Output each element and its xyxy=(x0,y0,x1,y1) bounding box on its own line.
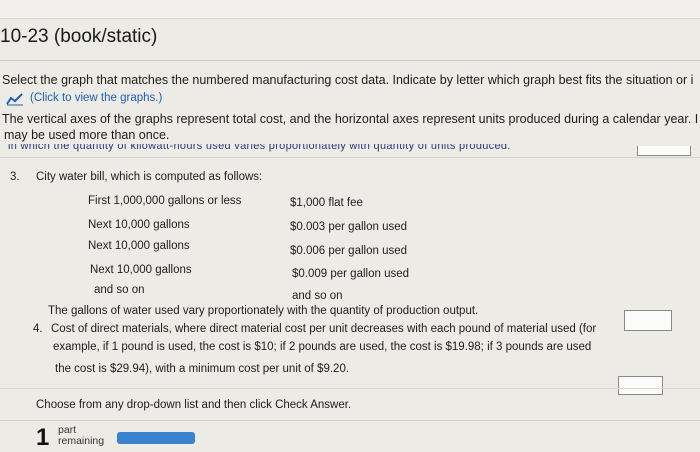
tier-label: Next 10,000 gallons xyxy=(88,219,190,231)
tier-rate: $1,000 flat fee xyxy=(290,197,363,209)
tier-rate: and so on xyxy=(292,290,343,302)
answer-dropdown-4[interactable] xyxy=(618,376,663,395)
item-4-line3: the cost is $29.94), with a minimum cost… xyxy=(55,363,350,375)
line-chart-icon[interactable] xyxy=(6,92,24,106)
page-title: 10-23 (book/static) xyxy=(0,26,158,47)
view-graphs-link[interactable]: (Click to view the graphs.) xyxy=(30,92,162,104)
section-divider xyxy=(0,157,700,158)
answer-dropdown-2[interactable] xyxy=(637,146,691,156)
progress-bar xyxy=(117,432,195,444)
item-3-intro: City water bill, which is computed as fo… xyxy=(36,171,263,183)
item-3-note: The gallons of water used vary proportio… xyxy=(48,305,479,317)
top-bar xyxy=(0,0,700,19)
footer-instruction: Choose from any drop-down list and then … xyxy=(36,399,352,411)
instructions-line2: The vertical axes of the graphs represen… xyxy=(2,112,699,126)
title-divider xyxy=(0,60,700,61)
item-4-number: 4. xyxy=(33,323,43,335)
item-4-line2: example, if 1 pound is used, the cost is… xyxy=(53,341,592,353)
instructions-line3: may be used more than once. xyxy=(4,128,170,142)
footer-divider xyxy=(0,388,700,389)
remaining-label: remaining xyxy=(58,435,105,447)
tier-label: Next 10,000 gallons xyxy=(88,240,190,252)
parts-remaining-count: 1 xyxy=(36,424,50,451)
instructions-line1: Select the graph that matches the number… xyxy=(2,73,694,87)
tier-label: and so on xyxy=(94,284,145,296)
status-divider xyxy=(0,420,700,421)
tier-rate: $0.009 per gallon used xyxy=(292,268,410,280)
item-4-line1: Cost of direct materials, where direct m… xyxy=(51,323,597,335)
tier-rate: $0.006 per gallon used xyxy=(290,245,408,257)
tier-label: First 1,000,000 gallons or less xyxy=(88,195,242,207)
answer-dropdown-3[interactable] xyxy=(624,310,672,331)
item-3-number: 3. xyxy=(10,171,20,183)
tier-label: Next 10,000 gallons xyxy=(90,264,192,276)
tier-rate: $0.003 per gallon used xyxy=(290,221,408,233)
